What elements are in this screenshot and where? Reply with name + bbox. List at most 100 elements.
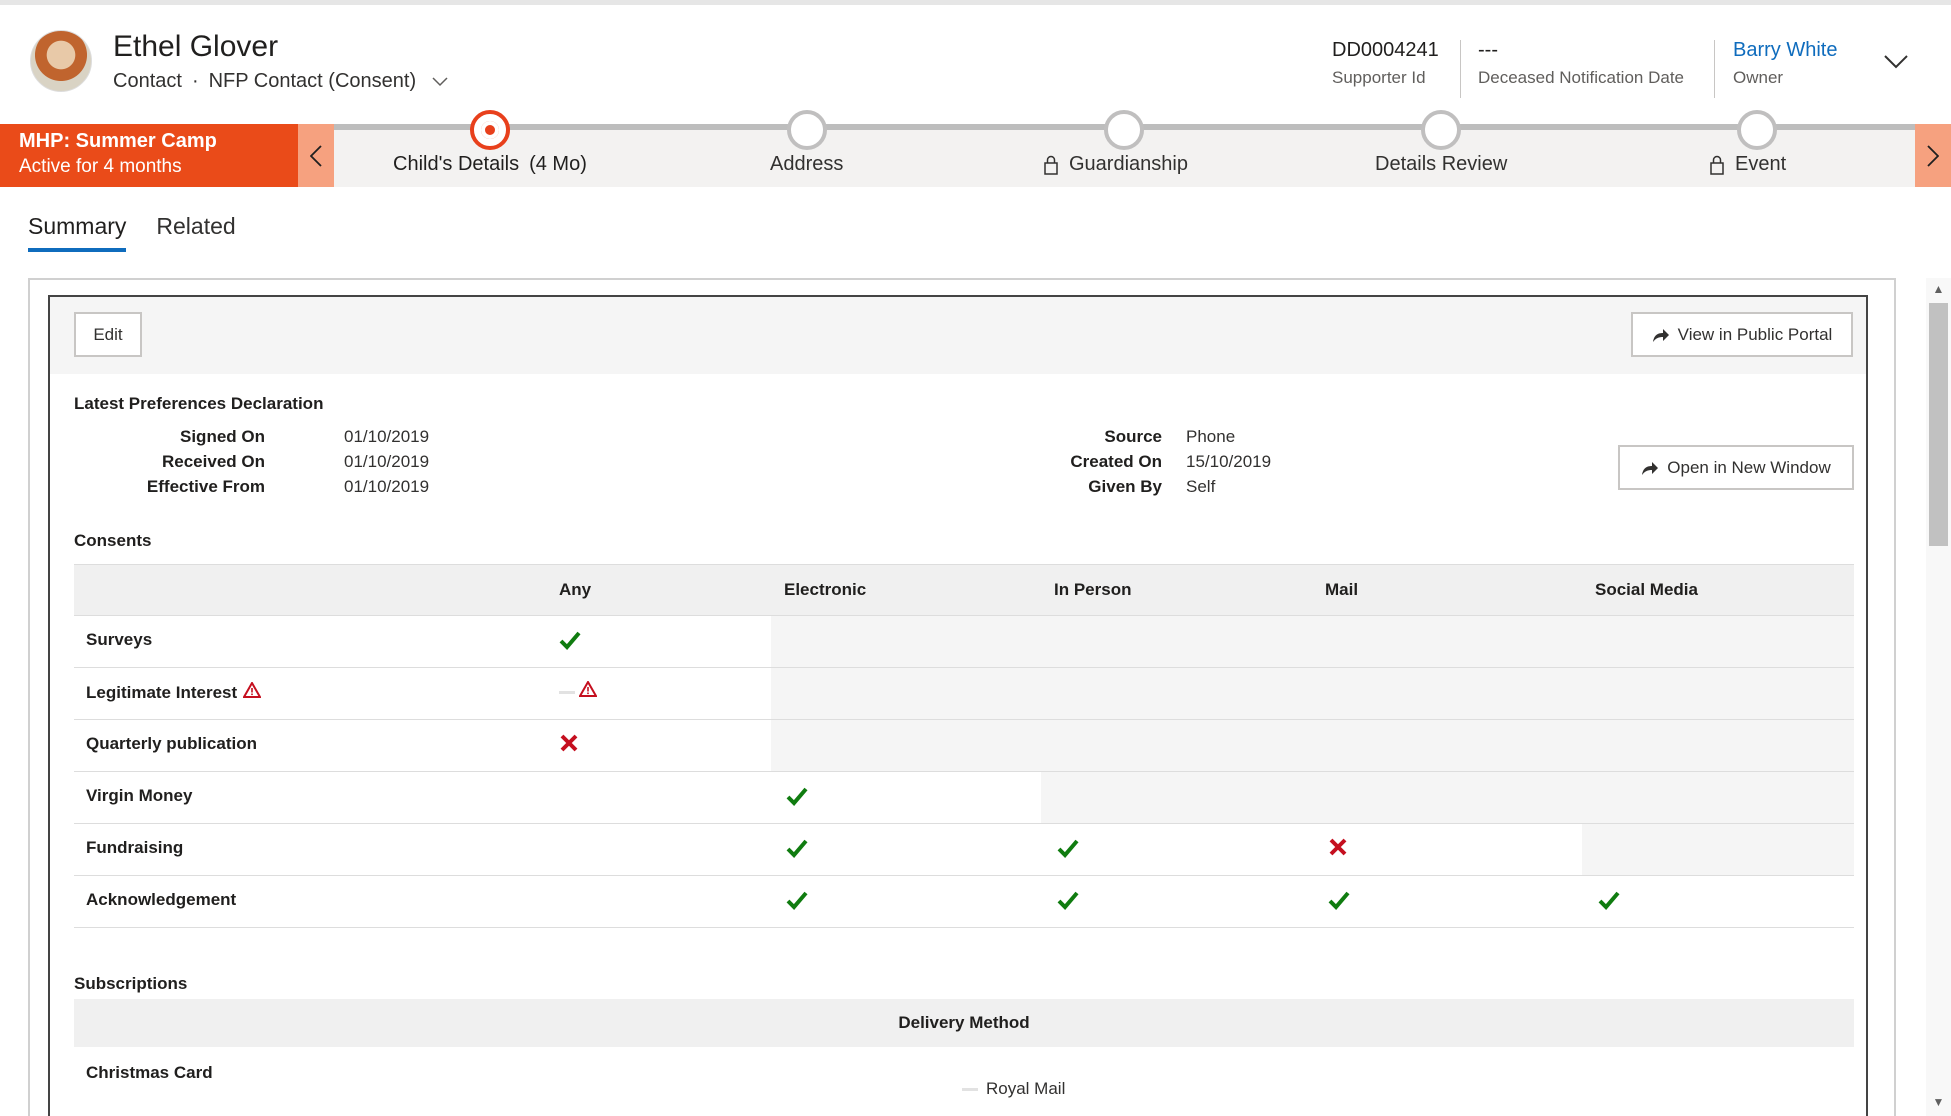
declaration-left-fields: Signed On 01/10/2019 Received On 01/10/2…	[50, 427, 450, 507]
consents-grid-body: Surveys Legitimate Interest Quarterly publ…	[74, 616, 1854, 928]
form-tabs: Summary Related	[28, 213, 236, 252]
scrollbar-thumb[interactable]	[1929, 303, 1948, 546]
owner-link[interactable]: Barry White	[1733, 39, 1837, 62]
header-field-supporter-id: DD0004241 Supporter Id	[1332, 39, 1439, 88]
signed-on-label: Signed On	[180, 427, 265, 446]
received-on-value: 01/10/2019	[344, 452, 430, 471]
consent-denied-cross-icon	[559, 733, 583, 757]
header-field-deceased-date: --- Deceased Notification Date	[1478, 39, 1684, 88]
supporter-id-value: DD0004241	[1332, 39, 1439, 61]
consent-granted-check-icon	[559, 629, 583, 653]
consent-granted-check-icon	[786, 837, 810, 861]
consent-granted-check-icon	[1057, 837, 1081, 861]
subscriptions-grid: Delivery Method Christmas Card Royal Mai…	[74, 999, 1854, 1116]
consent-warning-icon	[559, 679, 599, 705]
process-name: MHP: Summer Camp	[19, 130, 217, 152]
process-info[interactable]: MHP: Summer Camp Active for 4 months	[0, 124, 298, 187]
signed-on-value: 01/10/2019	[344, 427, 430, 446]
unavailable-cells-shade	[771, 668, 1854, 719]
edit-button[interactable]: Edit	[74, 312, 142, 357]
stage-label: Child's Details (4 Mo)	[393, 153, 587, 176]
supporter-id-label: Supporter Id	[1332, 68, 1426, 87]
stage-previous-button[interactable]	[298, 124, 334, 187]
stage-duration: (4 Mo)	[529, 153, 587, 175]
stage-label: Event	[1709, 153, 1786, 176]
column-header-electronic: Electronic	[784, 580, 867, 599]
stage-name: Child's Details	[393, 153, 520, 175]
stage-next-button[interactable]	[1915, 124, 1951, 187]
stage-label: Details Review	[1375, 153, 1507, 176]
given-by-value: Self	[1186, 477, 1216, 496]
header-separator	[1460, 40, 1461, 98]
new-window-button-label: Open in New Window	[1667, 457, 1831, 477]
consent-name: Legitimate Interest	[86, 680, 262, 703]
column-header-in-person: In Person	[1054, 580, 1132, 599]
unavailable-cells-shade	[1582, 824, 1854, 875]
consents-grid-header: Any Electronic In Person Mail Social Med…	[74, 564, 1854, 616]
effective-from-label: Effective From	[146, 477, 265, 496]
stage-indicator	[1104, 110, 1144, 150]
stage-name: Address	[770, 153, 844, 175]
separator-dot: ·	[191, 70, 199, 92]
table-row: Virgin Money	[74, 772, 1854, 824]
consents-grid: Any Electronic In Person Mail Social Med…	[74, 564, 1854, 928]
record-form-selector[interactable]: Contact · NFP Contact (Consent)	[113, 70, 448, 93]
created-on-value: 15/10/2019	[1186, 452, 1272, 471]
resource-toolbar: Edit View in Public Portal	[50, 297, 1866, 374]
stage-indicator	[787, 110, 827, 150]
table-row: Surveys	[74, 616, 1854, 668]
source-value: Phone	[1186, 427, 1236, 446]
consent-name: Fundraising	[86, 838, 183, 858]
unavailable-cells-shade	[771, 720, 1854, 771]
received-on-label: Received On	[162, 452, 265, 471]
process-status: Active for 4 months	[19, 156, 182, 177]
consents-title: Consents	[74, 531, 152, 550]
given-by-label: Given By	[1088, 477, 1162, 496]
consent-name-text: Acknowledgement	[86, 890, 237, 909]
stage-label: Address	[770, 153, 843, 176]
consent-granted-check-icon	[1057, 889, 1081, 913]
consent-granted-check-icon	[1328, 889, 1352, 913]
consent-granted-check-icon	[1598, 889, 1622, 913]
consent-name-text: Surveys	[86, 630, 153, 649]
record-name: Ethel Glover	[113, 30, 279, 63]
record-header: Ethel Glover Contact · NFP Contact (Cons…	[0, 5, 1951, 125]
view-in-public-portal-button[interactable]: View in Public Portal	[1631, 312, 1853, 357]
table-row: Legitimate Interest	[74, 668, 1854, 720]
owner-label: Owner	[1733, 68, 1784, 87]
unavailable-cells-shade	[1041, 772, 1854, 823]
preferences-web-resource: Edit View in Public Portal Latest Prefer…	[48, 295, 1868, 1116]
consent-name-text: Fundraising	[86, 838, 184, 857]
edit-button-label: Edit	[93, 324, 123, 344]
open-in-new-window-button[interactable]: Open in New Window	[1618, 445, 1854, 490]
avatar[interactable]	[30, 30, 92, 92]
declaration-title: Latest Preferences Declaration	[74, 394, 324, 413]
table-row: Fundraising	[74, 824, 1854, 876]
scroll-up-arrow-icon[interactable]: ▲	[1930, 282, 1947, 299]
tab-related[interactable]: Related	[156, 213, 235, 252]
table-row: Christmas Card Royal Mail	[74, 1047, 1854, 1116]
form-name: NFP Contact (Consent)	[208, 70, 417, 92]
stage-indicator	[1421, 110, 1461, 150]
subscriptions-title: Subscriptions	[74, 974, 188, 993]
column-header-social-media: Social Media	[1595, 580, 1698, 599]
created-on-label: Created On	[1070, 452, 1162, 471]
chevron-down-icon[interactable]	[432, 74, 448, 90]
subscription-delivery-method: Royal Mail	[962, 1079, 1065, 1099]
stage-name: Event	[1735, 153, 1787, 175]
consent-name: Virgin Money	[86, 786, 192, 806]
vertical-scrollbar[interactable]: ▲ ▼	[1926, 278, 1951, 1116]
stage-name: Guardianship	[1069, 153, 1188, 175]
column-header-mail: Mail	[1325, 580, 1359, 599]
empty-indicator	[962, 1087, 978, 1091]
header-expand-chevron-icon[interactable]	[1884, 55, 1908, 79]
column-header-any: Any	[559, 580, 592, 599]
consent-name-text: Virgin Money	[86, 786, 193, 805]
source-label: Source	[1104, 427, 1162, 446]
scroll-down-arrow-icon[interactable]: ▼	[1930, 1095, 1947, 1112]
consent-granted-check-icon	[786, 889, 810, 913]
stage-active-indicator	[470, 110, 510, 150]
tab-summary[interactable]: Summary	[28, 213, 127, 252]
share-arrow-icon	[1652, 328, 1669, 342]
portal-button-label: View in Public Portal	[1677, 324, 1833, 344]
